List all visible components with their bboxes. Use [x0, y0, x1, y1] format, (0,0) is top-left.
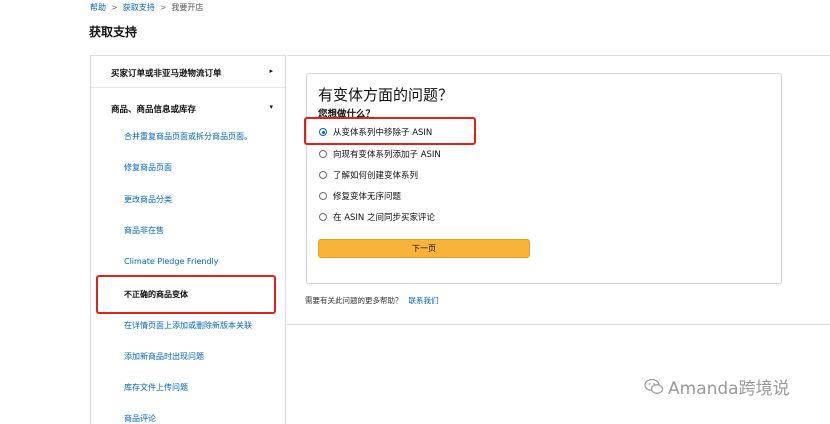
breadcrumb-help-link[interactable]: 帮助 — [90, 2, 106, 13]
caret-down-icon[interactable]: ▾ — [269, 103, 273, 111]
sidebar-section-products[interactable]: 商品、商品信息或库存 — [111, 103, 196, 115]
sidebar-item-reviews[interactable]: 商品评论 — [124, 413, 156, 424]
contact-us-link[interactable]: 联系我们 — [409, 296, 439, 305]
sidebar-item-inventory-upload[interactable]: 库存文件上传问题 — [124, 382, 188, 393]
sidebar-item-merge-split[interactable]: 合并重复商品页面或拆分商品页面。 — [124, 131, 252, 142]
option-sync-reviews[interactable]: 在 ASIN 之间同步买家评论 — [319, 211, 435, 223]
option-learn-create-family[interactable]: 了解如何创建变体系列 — [319, 169, 418, 181]
radio-icon[interactable] — [319, 192, 327, 200]
next-page-button[interactable]: 下一页 — [318, 239, 530, 258]
highlight-box — [304, 117, 476, 145]
breadcrumb-separator: > — [111, 3, 118, 12]
breadcrumb-current: 我要开店 — [171, 3, 204, 12]
sidebar-item-change-category[interactable]: 更改商品分类 — [124, 194, 172, 205]
sidebar-item-not-for-sale[interactable]: 商品非在售 — [124, 225, 164, 236]
sidebar: 买家订单或非亚马逊物流订单 ▸ 商品、商品信息或库存 ▾ 合并重复商品页面或拆分… — [90, 55, 286, 424]
radio-icon[interactable] — [319, 213, 327, 221]
help-text: 需要有关此问题的更多帮助？ — [305, 296, 403, 305]
breadcrumb: 帮助 > 获取支持 > 我要开店 — [90, 2, 203, 13]
radio-icon[interactable] — [319, 171, 327, 179]
sidebar-item-climate-pledge[interactable]: Climate Pledge Friendly — [124, 257, 218, 266]
radio-icon[interactable] — [319, 150, 327, 158]
option-add-child-asin[interactable]: 向现有变体系列添加子 ASIN — [319, 148, 441, 160]
sidebar-divider — [91, 87, 285, 88]
sidebar-section-buyer-orders[interactable]: 买家订单或非亚马逊物流订单 — [111, 67, 222, 79]
option-label: 了解如何创建变体系列 — [333, 171, 419, 181]
breadcrumb-separator: > — [159, 3, 167, 12]
watermark: Amanda跨境说 — [644, 374, 790, 399]
caret-right-icon[interactable]: ▸ — [269, 67, 273, 75]
sidebar-item-fix-page[interactable]: 修复商品页面 — [124, 162, 172, 173]
help-line: 需要有关此问题的更多帮助？ 联系我们 — [305, 295, 439, 306]
question-title: 有变体方面的问题？ — [318, 86, 454, 104]
option-label: 向现有变体系列添加子 ASIN — [333, 150, 441, 160]
sidebar-item-version-link[interactable]: 在详情页面上添加或删除新版本关联 — [124, 320, 252, 331]
wechat-icon — [644, 378, 664, 394]
option-label: 修复变体无序问题 — [333, 192, 402, 202]
option-fix-disorder[interactable]: 修复变体无序问题 — [319, 190, 401, 202]
watermark-text: Amanda跨境说 — [668, 379, 790, 399]
page-title: 获取支持 — [89, 25, 138, 39]
highlight-box — [96, 275, 276, 314]
option-label: 在 ASIN 之间同步买家评论 — [333, 213, 435, 223]
breadcrumb-get-support-link[interactable]: 获取支持 — [123, 2, 155, 13]
sidebar-item-add-product-issue[interactable]: 添加新商品时出现问题 — [124, 351, 204, 362]
